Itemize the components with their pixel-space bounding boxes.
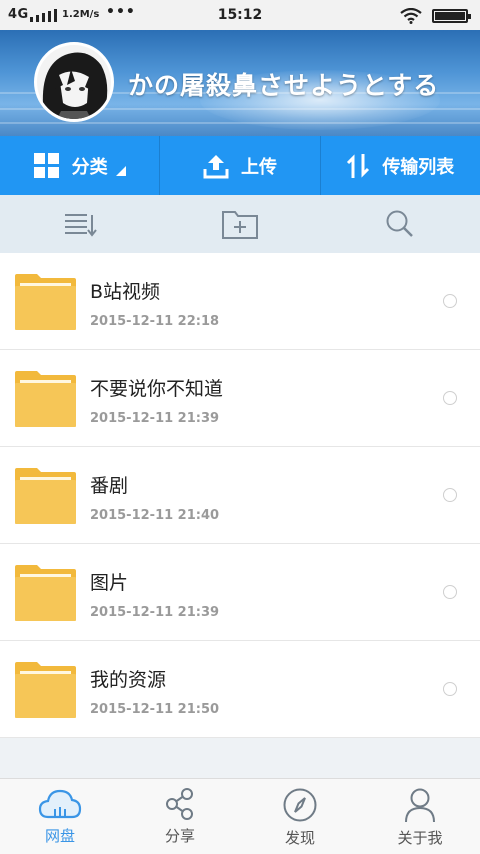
list-item[interactable]: 不要说你不知道 2015-12-11 21:39 <box>0 350 480 447</box>
file-date: 2015-12-11 21:50 <box>90 702 220 717</box>
folder-icon <box>15 565 76 621</box>
transfer-list-button[interactable]: 传输列表 <box>321 136 480 195</box>
select-radio[interactable] <box>443 488 457 502</box>
category-button[interactable]: 分类 <box>0 136 161 195</box>
file-name: 不要说你不知道 <box>90 378 224 400</box>
new-folder-icon <box>222 211 258 239</box>
file-date: 2015-12-11 21:40 <box>90 508 220 523</box>
nav-discover[interactable]: 发现 <box>240 779 360 854</box>
username: かの屠殺鼻させようとする <box>128 71 440 100</box>
upload-icon <box>203 153 229 179</box>
nav-label: 网盘 <box>44 827 75 845</box>
nav-label: 关于我 <box>397 829 443 847</box>
select-radio[interactable] <box>443 391 457 405</box>
select-radio[interactable] <box>443 682 457 696</box>
share-icon <box>166 788 193 820</box>
nav-netdisk[interactable]: 网盘 <box>0 779 120 854</box>
upload-button[interactable]: 上传 <box>160 136 321 195</box>
file-date: 2015-12-11 21:39 <box>90 605 220 620</box>
list-item[interactable]: 我的资源 2015-12-11 21:50 <box>0 641 480 738</box>
person-icon <box>405 788 435 823</box>
nav-share[interactable]: 分享 <box>120 779 240 854</box>
profile-header: かの屠殺鼻させようとする <box>0 30 480 136</box>
status-bar: 4G 1.2M/s ••• 15:12 <box>0 0 480 30</box>
file-name: B站视频 <box>90 281 161 303</box>
cloud-icon <box>38 789 82 819</box>
sort-list-icon <box>65 214 97 237</box>
file-name: 番剧 <box>90 475 129 497</box>
transfer-list-label: 传输列表 <box>382 156 455 178</box>
file-toolbar <box>0 195 480 253</box>
nav-label: 分享 <box>164 827 195 845</box>
nav-label: 发现 <box>284 829 315 847</box>
compass-icon <box>283 788 317 822</box>
folder-icon <box>15 371 76 427</box>
new-folder-button[interactable] <box>160 195 320 253</box>
list-item[interactable]: 图片 2015-12-11 21:39 <box>0 544 480 641</box>
dropdown-caret-icon <box>115 165 126 176</box>
transfer-icon <box>346 152 370 180</box>
bottom-nav: 网盘 分享 发现 关于我 <box>0 778 480 854</box>
upload-label: 上传 <box>240 156 277 178</box>
file-date: 2015-12-11 22:18 <box>90 314 220 329</box>
action-bar: 分类 上传 传输列表 <box>0 136 480 195</box>
nav-about-me[interactable]: 关于我 <box>360 779 480 854</box>
folder-icon <box>15 468 76 524</box>
battery-icon <box>432 9 471 23</box>
search-button[interactable] <box>320 195 480 253</box>
grid-icon <box>33 152 60 179</box>
wifi-icon <box>400 8 422 24</box>
file-date: 2015-12-11 21:39 <box>90 411 220 426</box>
list-item[interactable]: 番剧 2015-12-11 21:40 <box>0 447 480 544</box>
select-radio[interactable] <box>443 294 457 308</box>
list-item[interactable]: B站视频 2015-12-11 22:18 <box>0 253 480 350</box>
folder-icon <box>15 662 76 718</box>
sort-button[interactable] <box>0 195 160 253</box>
file-name: 图片 <box>90 572 129 594</box>
file-list: B站视频 2015-12-11 22:18 不要说你不知道 2015-12-11… <box>0 253 480 738</box>
file-name: 我的资源 <box>90 669 167 691</box>
folder-icon <box>15 274 76 330</box>
select-radio[interactable] <box>443 585 457 599</box>
category-label: 分类 <box>71 156 108 178</box>
avatar[interactable] <box>34 42 114 122</box>
search-icon <box>386 210 413 237</box>
